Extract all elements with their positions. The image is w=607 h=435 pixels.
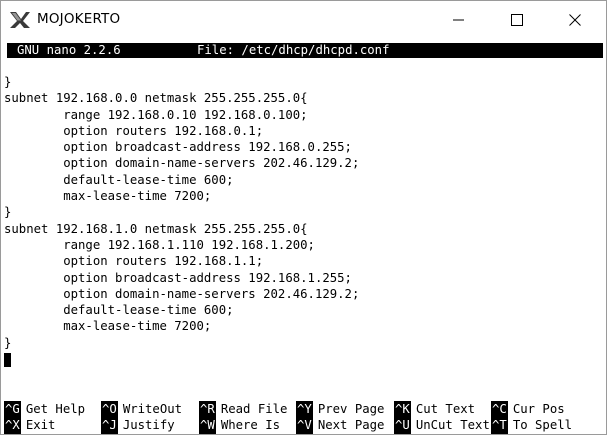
shortcut-where-is[interactable]: ^W Where Is <box>199 417 281 434</box>
shortcut-key: ^C <box>491 401 508 418</box>
shortcut-label: Cut Text <box>415 402 476 416</box>
buffer-line: default-lease-time 600; <box>4 303 234 318</box>
title-bar[interactable]: MOJOKERTO <box>1 1 606 39</box>
shortcut-label: To Spell <box>512 418 573 433</box>
shortcut-key: ^K <box>394 401 411 418</box>
buffer-line: max-lease-time 7200; <box>4 319 212 334</box>
shortcut-label: Where Is <box>220 418 281 433</box>
shortcut-key: ^X <box>4 417 21 434</box>
shortcut-label: Exit <box>25 418 56 433</box>
buffer-line: subnet 192.168.1.0 netmask 255.255.255.0… <box>4 221 308 236</box>
shortcut-label: Cur Pos <box>512 402 565 416</box>
window-title: MOJOKERTO <box>37 11 121 27</box>
shortcut-key: ^G <box>4 401 21 418</box>
shortcut-get-help[interactable]: ^G Get Help <box>4 401 86 418</box>
shortcut-key: ^U <box>394 417 411 434</box>
shortcut-read-file[interactable]: ^R Read File <box>199 401 288 418</box>
shortcut-label: Read File <box>220 402 288 416</box>
shortcut-label: Prev Page <box>317 402 385 416</box>
buffer-line: range 192.168.0.10 192.168.0.100; <box>4 107 308 122</box>
buffer-line: option broadcast-address 192.168.0.255; <box>4 140 352 155</box>
shortcut-key: ^J <box>101 417 118 434</box>
shortcut-uncut-text[interactable]: ^U UnCut Text <box>394 417 490 434</box>
nano-title-bar: GNU nano 2.2.6 File: /etc/dhcp/dhcpd.con… <box>7 43 603 58</box>
xming-x-icon <box>10 12 30 28</box>
shortcut-label: Justify <box>122 418 175 433</box>
buffer-line: option domain-name-servers 202.46.129.2; <box>4 286 360 301</box>
shortcut-key: ^O <box>101 401 118 418</box>
minimize-button[interactable] <box>430 1 488 39</box>
shortcut-key: ^W <box>199 417 216 434</box>
shortcut-to-spell[interactable]: ^T To Spell <box>491 417 573 434</box>
nano-shortcut-bar: ^G Get Help ^O WriteOut ^R Read File ^Y Prev… <box>4 401 604 434</box>
buffer-line: } <box>4 75 12 89</box>
shortcut-justify[interactable]: ^J Justify <box>101 417 175 434</box>
buffer-line: option routers 192.168.1.1; <box>4 254 264 269</box>
shortcut-prev-page[interactable]: ^Y Prev Page <box>296 401 385 418</box>
nano-version: GNU nano 2.2.6 <box>17 43 121 57</box>
maximize-button[interactable] <box>488 1 546 39</box>
shortcut-label: UnCut Text <box>415 418 490 433</box>
shortcut-key: ^V <box>296 417 313 434</box>
cursor-line <box>4 351 604 367</box>
shortcut-row: ^G Get Help ^O WriteOut ^R Read File ^Y Prev… <box>4 401 604 418</box>
maximize-icon <box>511 14 523 26</box>
shortcut-writeout[interactable]: ^O WriteOut <box>101 401 183 418</box>
buffer-line: option broadcast-address 192.168.1.255; <box>4 270 352 285</box>
buffer-line: option domain-name-servers 202.46.129.2; <box>4 156 360 171</box>
shortcut-cut-text[interactable]: ^K Cut Text <box>394 401 476 418</box>
terminal-window: MOJOKERTO GNU nano 2.2.6 File: /etc/dhcp… <box>0 0 607 435</box>
shortcut-row: ^X Exit ^J Justify ^W Where Is ^V Next Page … <box>4 417 604 434</box>
buffer-line: } <box>4 205 12 220</box>
shortcut-next-page[interactable]: ^V Next Page <box>296 417 385 434</box>
terminal-area[interactable]: GNU nano 2.2.6 File: /etc/dhcp/dhcpd.con… <box>1 39 606 434</box>
shortcut-key: ^T <box>491 417 508 434</box>
shortcut-key: ^Y <box>296 401 313 418</box>
buffer-line: range 192.168.1.110 192.168.1.200; <box>4 237 315 252</box>
minimize-icon <box>453 19 464 21</box>
editor-buffer[interactable]: } subnet 192.168.0.0 netmask 255.255.255… <box>4 74 604 367</box>
buffer-line: option routers 192.168.0.1; <box>4 123 264 138</box>
text-cursor <box>4 352 11 367</box>
shortcut-label: Get Help <box>25 402 86 416</box>
nano-file-name: File: /etc/dhcp/dhcpd.conf <box>197 43 390 57</box>
buffer-line: max-lease-time 7200; <box>4 189 212 204</box>
shortcut-exit[interactable]: ^X Exit <box>4 417 56 434</box>
buffer-line: subnet 192.168.0.0 netmask 255.255.255.0… <box>4 91 308 106</box>
buffer-line: } <box>4 335 12 350</box>
shortcut-label: WriteOut <box>122 402 183 416</box>
shortcut-key: ^R <box>199 401 216 418</box>
close-icon <box>569 14 581 26</box>
close-button[interactable] <box>546 1 604 39</box>
shortcut-cur-pos[interactable]: ^C Cur Pos <box>491 401 565 418</box>
buffer-line: default-lease-time 600; <box>4 172 234 187</box>
shortcut-label: Next Page <box>317 418 385 433</box>
